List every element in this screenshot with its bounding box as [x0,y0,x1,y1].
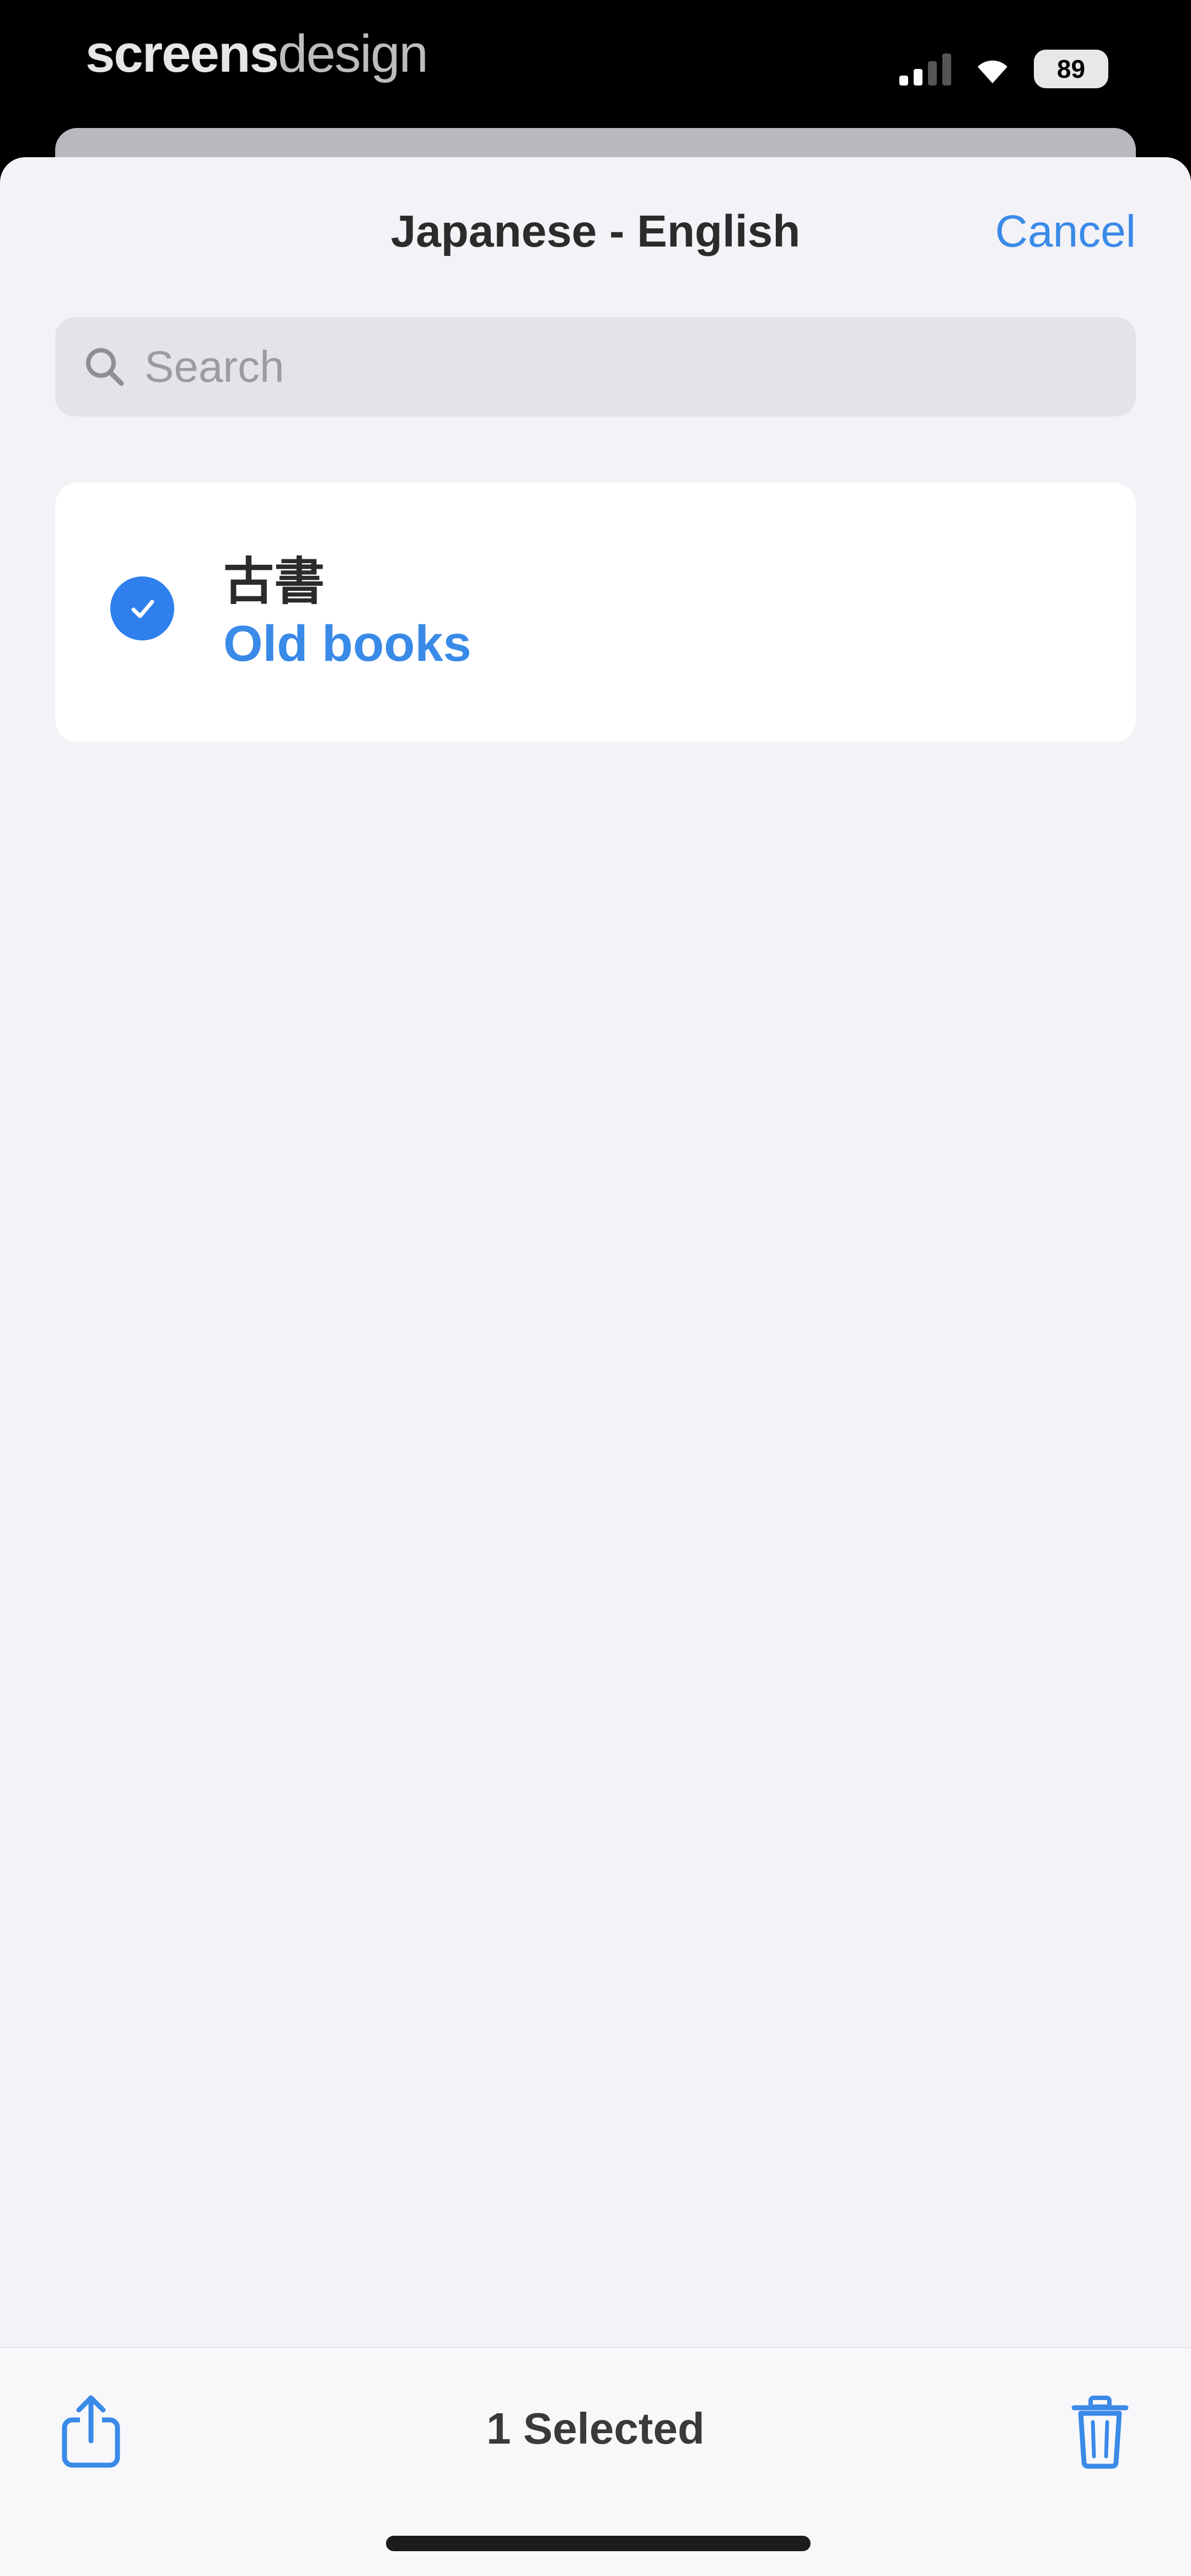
cancel-button[interactable]: Cancel [995,206,1136,258]
wifi-icon [978,60,1007,83]
brand-light-text: design [277,24,428,83]
selected-count: 1 Selected [486,2404,705,2453]
search-bar[interactable] [55,317,1136,416]
battery-level: 89 [1056,55,1086,83]
sheet-header: Japanese - English Cancel [0,157,1191,317]
list-item[interactable]: 古書 Old books [55,483,1136,742]
app-screen: screensdesign 89 Japanese - English Canc… [0,0,1191,2576]
trash-icon [1071,2396,1129,2469]
home-indicator[interactable] [386,2536,811,2551]
entry-translation: Old books [223,616,471,672]
selection-sheet: Japanese - English Cancel 古書 Old books [0,157,1191,2576]
signal-icon [899,52,951,85]
entry-term: 古書 [223,554,325,610]
trash-button[interactable] [1064,2387,1136,2475]
battery-icon: 89 [1034,50,1108,88]
search-input[interactable] [143,341,1083,393]
status-bar: screensdesign 89 [0,0,1191,127]
brand-strong-text: screens [85,24,279,83]
status-icons: 89 [899,44,1108,94]
search-icon [77,339,132,394]
brand-watermark: screensdesign [85,21,428,87]
bottom-toolbar: 1 Selected [0,2347,1191,2576]
checkmark-selected-icon[interactable] [110,576,174,640]
